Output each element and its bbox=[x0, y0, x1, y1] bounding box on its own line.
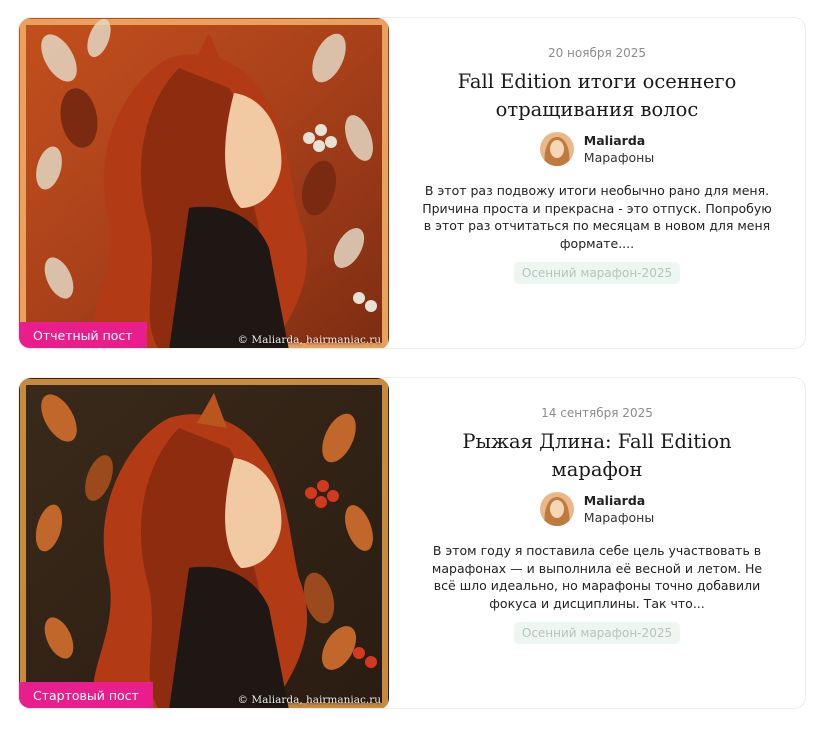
post-excerpt: В этом году я поставила себе цель участв… bbox=[431, 543, 763, 611]
post-type-badge[interactable]: Стартовый пост bbox=[19, 682, 153, 708]
avatar[interactable] bbox=[539, 492, 574, 526]
post-title[interactable]: Рыжая Длина: Fall Edition марафон bbox=[415, 428, 779, 484]
red-haired-woman-illustration bbox=[19, 18, 389, 348]
post-body: 20 ноября 2025 Fall Edition итоги осенне… bbox=[389, 18, 805, 348]
post-card: Стартовый пост © Maliarda, hairmaniac.ru… bbox=[18, 377, 806, 709]
author-name[interactable]: Maliarda bbox=[584, 132, 654, 149]
post-date: 20 ноября 2025 bbox=[547, 46, 647, 60]
post-date: 14 сентября 2025 bbox=[541, 406, 653, 420]
author-category[interactable]: Марафоны bbox=[584, 509, 654, 526]
post-author[interactable]: Maliarda Марафоны bbox=[539, 132, 654, 166]
author-category[interactable]: Марафоны bbox=[584, 149, 654, 166]
post-title[interactable]: Fall Edition итоги осеннего отращивания … bbox=[437, 68, 757, 124]
post-excerpt: В этот раз подвожу итоги необычно рано д… bbox=[422, 183, 772, 251]
post-image[interactable]: Отчетный пост © Maliarda, hairmaniac.ru bbox=[19, 18, 389, 348]
author-name[interactable]: Maliarda bbox=[584, 492, 654, 509]
avatar[interactable] bbox=[539, 132, 574, 166]
image-credit: © Maliarda, hairmaniac.ru bbox=[237, 694, 382, 706]
image-credit: © Maliarda, hairmaniac.ru bbox=[237, 334, 382, 346]
post-body: 14 сентября 2025 Рыжая Длина: Fall Editi… bbox=[389, 378, 805, 708]
post-tag[interactable]: Осенний марафон-2025 bbox=[513, 262, 681, 284]
post-type-badge[interactable]: Отчетный пост bbox=[19, 322, 147, 348]
red-haired-woman-illustration bbox=[19, 378, 389, 708]
post-image[interactable]: Стартовый пост © Maliarda, hairmaniac.ru bbox=[19, 378, 389, 708]
post-card: Отчетный пост © Maliarda, hairmaniac.ru … bbox=[18, 17, 806, 349]
post-author[interactable]: Maliarda Марафоны bbox=[539, 492, 654, 526]
post-tag[interactable]: Осенний марафон-2025 bbox=[513, 622, 681, 644]
